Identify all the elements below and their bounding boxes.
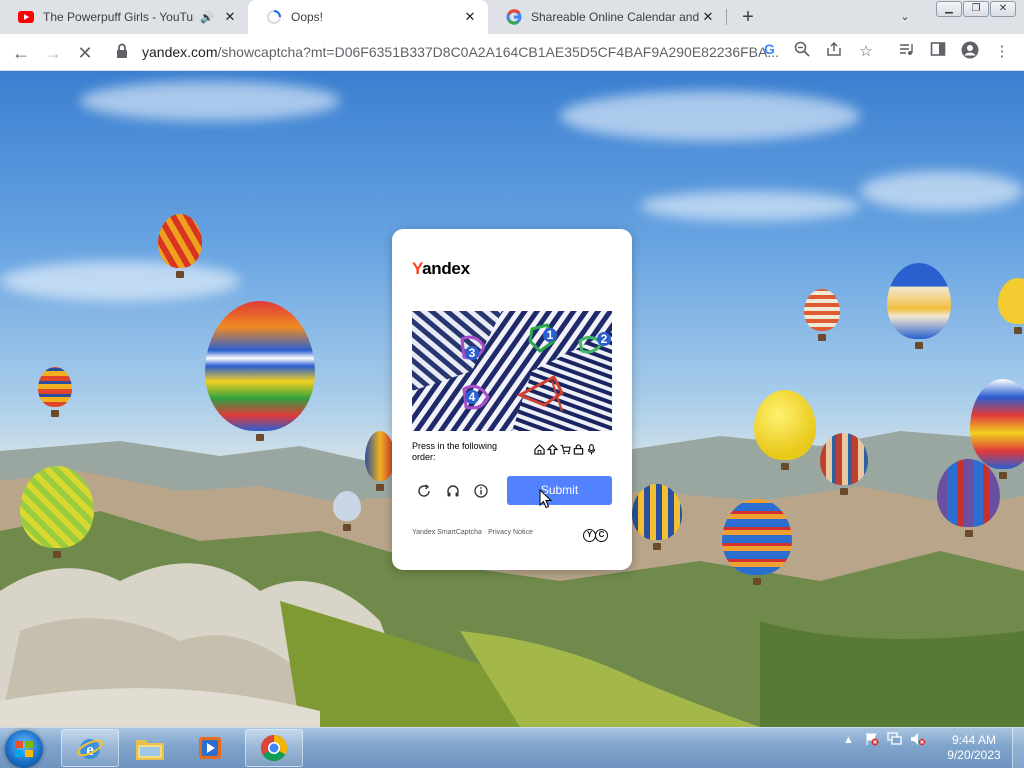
cloud [560, 91, 860, 141]
arrow-up-icon [545, 444, 559, 456]
hot-air-balloon [158, 214, 202, 278]
hot-air-balloon [820, 433, 868, 495]
mouse-cursor-icon [539, 488, 553, 514]
captcha-footer[interactable]: Yandex SmartCaptcha · Privacy Notice [412, 529, 533, 536]
windows-taskbar: e ▲ 9:44 AM 9/20/2023 [0, 727, 1024, 768]
clock-date: 9/20/2023 [947, 748, 1001, 762]
file-explorer-icon[interactable] [121, 729, 179, 767]
hot-air-balloon [722, 499, 792, 585]
refresh-icon[interactable] [414, 481, 434, 501]
tab-separator [726, 9, 727, 25]
tab-powerpuff[interactable]: The Powerpuff Girls - YouTub 🔊 ✕ [0, 0, 248, 34]
youtube-icon [18, 9, 34, 25]
home-icon [533, 444, 545, 456]
microphone-icon [585, 444, 597, 456]
captcha-marker-2: 2 [601, 332, 608, 346]
submit-button[interactable]: Submit [507, 476, 612, 505]
hot-air-balloon [754, 390, 816, 470]
tab-oops[interactable]: Oops! ✕ [248, 0, 488, 34]
close-tab-icon[interactable]: ✕ [462, 9, 478, 25]
hot-air-balloon [38, 367, 72, 417]
minimize-button[interactable]: ▁ [936, 1, 962, 17]
hot-air-balloon [20, 466, 94, 558]
network-icon[interactable] [886, 732, 903, 749]
cloud [80, 81, 340, 121]
yandex-logo: Yandex [412, 259, 470, 279]
hot-air-balloon [365, 431, 395, 491]
yandex-logo-rest: andex [422, 259, 470, 278]
window-controls: ▁ ❐ ✕ [935, 1, 1016, 17]
captcha-card: Yandex 1 2 3 4 Press in the following or… [392, 229, 632, 570]
tab-search-icon[interactable]: ⌄ [895, 8, 915, 26]
close-tab-icon[interactable]: ✕ [222, 9, 238, 25]
media-player-icon[interactable] [181, 729, 239, 767]
chrome-menu-icon[interactable]: ⋮ [991, 41, 1013, 63]
hot-air-balloon [804, 289, 840, 341]
media-control-icon[interactable] [895, 41, 917, 63]
start-button[interactable] [5, 730, 43, 768]
google-translate-icon[interactable]: G [759, 41, 781, 63]
url-path: /showcaptcha?mt=D06F6351B337D8C0A2A164CB… [217, 44, 779, 60]
svg-text:G: G [764, 41, 775, 57]
tab-title: The Powerpuff Girls - YouTub [43, 10, 194, 24]
smartcaptcha-logo: YC [583, 529, 608, 542]
google-icon [506, 9, 522, 25]
cloud [0, 261, 240, 301]
smartcaptcha-logo-c: C [595, 529, 608, 542]
hot-air-balloon [333, 491, 361, 531]
volume-muted-icon[interactable] [909, 732, 926, 749]
share-icon[interactable] [823, 41, 845, 63]
url-host: yandex.com [142, 44, 218, 60]
hot-air-balloon [970, 379, 1024, 479]
headphones-icon[interactable] [443, 481, 463, 501]
system-tray: ▲ [840, 732, 926, 749]
restore-button[interactable]: ❐ [963, 1, 989, 17]
captcha-instruction: Press in the following order: [412, 441, 498, 462]
profile-avatar-icon[interactable] [959, 41, 981, 63]
cloud [640, 191, 860, 221]
internet-explorer-icon[interactable]: e [61, 729, 119, 767]
captcha-symbol-sequence [533, 444, 597, 456]
hot-air-balloon [632, 484, 682, 550]
show-desktop-button[interactable] [1012, 728, 1024, 768]
close-tab-icon[interactable]: ✕ [700, 9, 716, 25]
close-window-button[interactable]: ✕ [990, 1, 1016, 17]
browser-toolbar: ← → ✕ yandex.com/showcaptcha?mt=D06F6351… [0, 34, 1024, 71]
system-clock[interactable]: 9:44 AM 9/20/2023 [944, 733, 1004, 763]
speaker-icon[interactable]: 🔊 [200, 11, 216, 24]
captcha-marker-4: 4 [469, 390, 476, 404]
tab-strip: The Powerpuff Girls - YouTub 🔊 ✕ Oops! ✕… [0, 0, 1024, 34]
chrome-icon[interactable] [245, 729, 303, 767]
cloud [860, 171, 1024, 211]
hot-air-balloon [205, 301, 315, 441]
new-tab-button[interactable]: + [736, 5, 760, 29]
lock-icon [572, 444, 584, 456]
bookmark-star-icon[interactable]: ☆ [855, 41, 877, 63]
zoom-icon[interactable] [791, 41, 813, 63]
action-center-flag-icon[interactable] [863, 732, 880, 749]
forward-button[interactable]: → [40, 40, 66, 66]
loading-spinner-icon [266, 9, 282, 25]
yandex-logo-y: Y [412, 259, 423, 278]
info-icon[interactable] [471, 481, 491, 501]
tab-title: Oops! [291, 10, 324, 24]
address-bar[interactable]: yandex.com/showcaptcha?mt=D06F6351B337D8… [142, 44, 779, 60]
clock-time: 9:44 AM [951, 733, 997, 747]
lock-icon[interactable] [116, 43, 132, 61]
hot-air-balloon [998, 278, 1024, 334]
cart-icon [559, 444, 571, 456]
captcha-image[interactable]: 1 2 3 4 [412, 311, 612, 431]
stop-loading-button[interactable]: ✕ [72, 40, 98, 66]
captcha-marker-3: 3 [469, 346, 476, 360]
back-button[interactable]: ← [8, 40, 34, 66]
windows-logo-icon [15, 741, 33, 757]
show-hidden-icons-icon[interactable]: ▲ [840, 732, 857, 749]
hot-air-balloon [887, 263, 951, 349]
hot-air-balloon [937, 459, 1000, 537]
captcha-marker-1: 1 [547, 328, 554, 342]
tab-title: Shareable Online Calendar and S [531, 10, 700, 24]
side-panel-icon[interactable] [927, 41, 949, 63]
tab-calendar[interactable]: Shareable Online Calendar and S ✕ [488, 0, 726, 34]
